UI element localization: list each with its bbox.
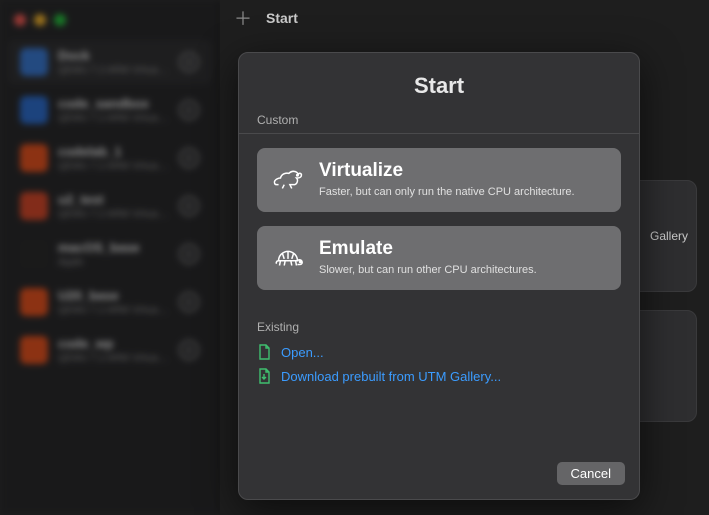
vm-list: Dock QEMU 7.2 ARM Virtual M… code_sandbox Q… [0, 40, 219, 372]
option-virtualize[interactable]: Virtualize Faster, but can only run the … [257, 148, 621, 212]
minimize-window-button[interactable] [34, 14, 46, 26]
vm-os-icon [20, 288, 48, 316]
vm-os-icon [20, 48, 48, 76]
vm-os-icon [20, 240, 48, 268]
link-open[interactable]: Open... [239, 340, 639, 364]
play-icon[interactable] [179, 292, 199, 312]
vm-name: codelab_1 [58, 144, 169, 159]
vm-name: U20_base [58, 288, 169, 303]
vm-subtitle: QEMU 7.2 ARM Virtual M… [58, 353, 169, 364]
vm-os-icon [20, 192, 48, 220]
play-icon[interactable] [179, 148, 199, 168]
vm-name: Dock [58, 48, 169, 63]
hare-icon [271, 164, 305, 194]
vm-subtitle: Apple [58, 257, 169, 268]
play-icon[interactable] [179, 52, 199, 72]
cancel-button[interactable]: Cancel [557, 462, 625, 485]
option-emulate[interactable]: Emulate Slower, but can run other CPU ar… [257, 226, 621, 290]
vm-os-icon [20, 144, 48, 172]
new-vm-button[interactable]: ＋ [234, 5, 252, 31]
vm-name: u2_test [58, 192, 169, 207]
window-controls [0, 6, 219, 36]
vm-subtitle: QEMU 7.2 ARM Virtual M… [58, 209, 169, 220]
vm-subtitle: QEMU 7.2 ARM Virtual M… [58, 161, 169, 172]
option-desc: Faster, but can only run the native CPU … [319, 186, 575, 198]
sidebar-vm-item[interactable]: u2_test QEMU 7.2 ARM Virtual M… [8, 184, 211, 228]
option-title: Emulate [319, 238, 537, 260]
modal-footer: Cancel [239, 450, 639, 499]
play-icon[interactable] [179, 340, 199, 360]
document-icon [257, 344, 271, 360]
option-title: Virtualize [319, 160, 575, 182]
zoom-window-button[interactable] [54, 14, 66, 26]
app-window: Dock QEMU 7.2 ARM Virtual M… code_sandbox Q… [0, 0, 709, 515]
section-label-existing: Existing [239, 320, 639, 340]
start-wizard-modal: Start Custom Virtualize Faster, but can … [238, 52, 640, 500]
sidebar-vm-item[interactable]: code_sandbox QEMU 7.2 ARM Virtual M… [8, 88, 211, 132]
vm-subtitle: QEMU 7.2 ARM Virtual M… [58, 65, 169, 76]
toolbar-title: Start [266, 10, 298, 26]
vm-subtitle: QEMU 7.2 ARM Virtual M… [58, 305, 169, 316]
link-label: Open... [281, 345, 324, 360]
vm-name: code_wp [58, 336, 169, 351]
vm-os-icon [20, 336, 48, 364]
play-icon[interactable] [179, 100, 199, 120]
link-download-gallery[interactable]: Download prebuilt from UTM Gallery... [239, 364, 639, 388]
play-icon[interactable] [179, 196, 199, 216]
vm-os-icon [20, 96, 48, 124]
sidebar-vm-item[interactable]: U20_base QEMU 7.2 ARM Virtual M… [8, 280, 211, 324]
modal-title: Start [239, 53, 639, 113]
option-desc: Slower, but can run other CPU architectu… [319, 264, 537, 276]
link-label: Download prebuilt from UTM Gallery... [281, 369, 501, 384]
vm-name: code_sandbox [58, 96, 169, 111]
vm-subtitle: QEMU 7.2 ARM Virtual M… [58, 113, 169, 124]
sidebar-vm-item[interactable]: Dock QEMU 7.2 ARM Virtual M… [8, 40, 211, 84]
vm-name: macOS_base [58, 240, 169, 255]
section-label-custom: Custom [239, 113, 639, 133]
sidebar-vm-item[interactable]: codelab_1 QEMU 7.2 ARM Virtual M… [8, 136, 211, 180]
sidebar-vm-item[interactable]: code_wp QEMU 7.2 ARM Virtual M… [8, 328, 211, 372]
play-icon[interactable] [179, 244, 199, 264]
tortoise-icon [271, 242, 305, 272]
toolbar: ＋ Start [220, 0, 709, 36]
sidebar-vm-item[interactable]: macOS_base Apple [8, 232, 211, 276]
vm-sidebar: Dock QEMU 7.2 ARM Virtual M… code_sandbox Q… [0, 0, 220, 515]
document-download-icon [257, 368, 271, 384]
divider [239, 133, 639, 134]
close-window-button[interactable] [14, 14, 26, 26]
